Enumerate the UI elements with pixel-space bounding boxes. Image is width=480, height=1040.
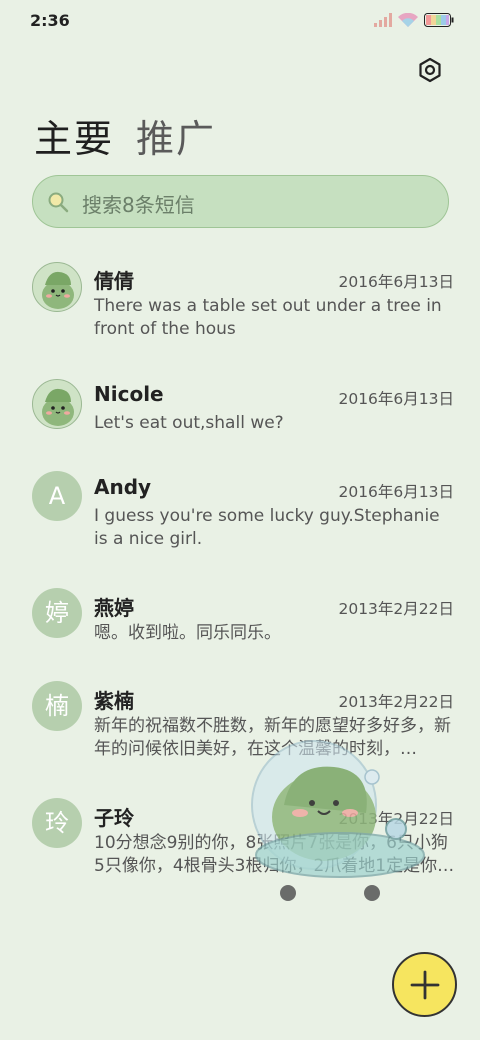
dino-avatar-icon [42, 388, 74, 426]
signal-icon [374, 13, 392, 27]
message-preview: Let's eat out,shall we? [94, 413, 284, 433]
contact-name: 紫楠 [94, 689, 134, 713]
contact-name: 子玲 [94, 806, 134, 830]
conversation-item[interactable]: 婷 燕婷 2013年2月22日 嗯。收到啦。同乐同乐。 [0, 585, 480, 665]
tab-primary[interactable]: 主要 [34, 108, 114, 163]
conversation-item[interactable]: Nicole 2016年6月13日 Let's eat out,shall we… [0, 375, 480, 455]
contact-name: Nicole [94, 382, 164, 406]
message-date: 2016年6月13日 [338, 483, 454, 501]
message-preview: I guess you're some lucky guy.Stephanie … [94, 506, 440, 549]
search-bar[interactable]: 搜索8条短信 [32, 175, 449, 228]
message-date: 2016年6月13日 [338, 273, 454, 291]
search-placeholder: 搜索8条短信 [82, 193, 195, 217]
conversation-item[interactable]: A Andy 2016年6月13日 I guess you're some lu… [0, 468, 480, 568]
message-preview: There was a table set out under a tree i… [94, 296, 442, 339]
avatar [32, 379, 82, 429]
message-date: 2013年2月22日 [338, 600, 454, 618]
dino-avatar-icon [42, 271, 74, 309]
contact-name: Andy [94, 475, 152, 499]
wifi-icon [398, 12, 418, 27]
settings-button[interactable] [416, 56, 444, 84]
dino-sticker-icon [251, 740, 425, 901]
tab-bar: 主要 推广 [34, 108, 216, 163]
conversation-item[interactable]: 倩倩 2016年6月13日 There was a table set out … [0, 258, 480, 363]
contact-name: 倩倩 [94, 269, 134, 293]
message-preview: 嗯。收到啦。同乐同乐。 [94, 623, 281, 643]
avatar: 楠 [32, 681, 82, 731]
message-date: 2013年2月22日 [338, 693, 454, 711]
status-icons [374, 12, 454, 28]
tab-promotions[interactable]: 推广 [136, 108, 216, 163]
contact-name: 燕婷 [94, 596, 134, 620]
status-bar: 2:36 [0, 0, 480, 40]
avatar: 玲 [32, 798, 82, 848]
battery-icon [424, 13, 454, 27]
avatar: A [32, 471, 82, 521]
status-time: 2:36 [30, 11, 70, 30]
message-date: 2016年6月13日 [338, 390, 454, 408]
avatar [32, 262, 82, 312]
plus-icon [410, 970, 440, 1000]
settings-icon [419, 57, 441, 83]
search-icon [48, 192, 69, 213]
avatar: 婷 [32, 588, 82, 638]
compose-button[interactable] [392, 952, 457, 1017]
